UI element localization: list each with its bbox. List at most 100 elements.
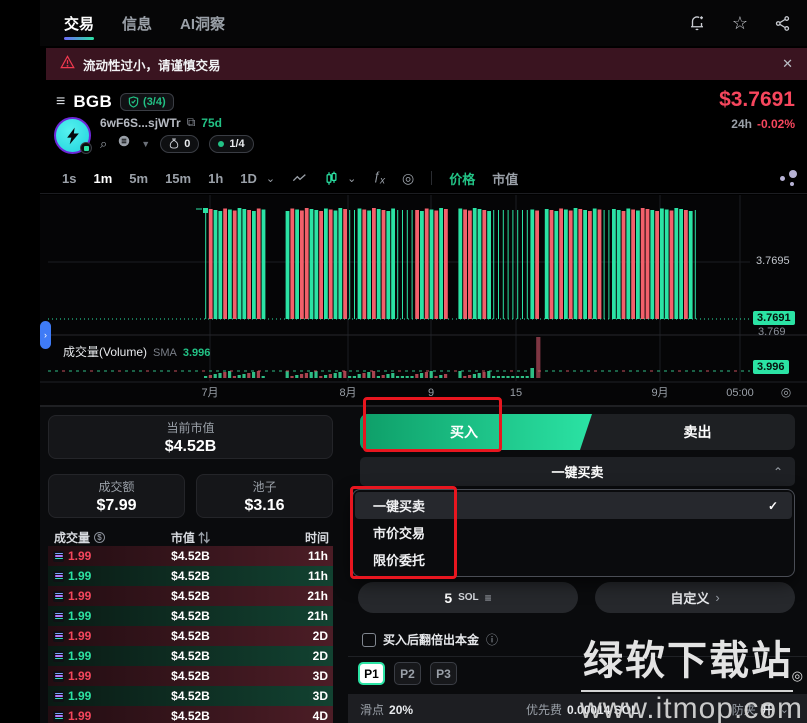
timeframe-1m[interactable]: 1m xyxy=(93,171,112,186)
preset-P3[interactable]: P3 xyxy=(430,662,457,685)
trade-row[interactable]: 1.99$4.52B11h xyxy=(48,566,333,586)
copy-address-icon[interactable]: ⧉ xyxy=(187,115,196,130)
favorite-star-icon[interactable]: ☆ xyxy=(732,14,748,32)
trade-time: 3D xyxy=(313,689,328,703)
nav-tab-信息[interactable]: 信息 xyxy=(122,1,152,46)
trade-row[interactable]: 1.99$4.52B4D xyxy=(48,706,333,723)
timeframe-1D[interactable]: 1D xyxy=(240,171,257,186)
trade-time: 21h xyxy=(307,589,328,603)
top-nav: 交易信息 AI洞察 ☆ xyxy=(40,0,807,46)
timeframe-15m[interactable]: 15m xyxy=(165,171,191,186)
notification-bell-icon[interactable] xyxy=(688,14,706,32)
money-pouch-icon xyxy=(169,138,179,149)
trade-row[interactable]: 1.99$4.52B2D xyxy=(48,646,333,666)
dropdown-item-限价委托[interactable]: 限价委托 xyxy=(355,546,792,573)
timeframe-chevron-icon[interactable]: ⌄ xyxy=(266,172,275,185)
timeframe-1h[interactable]: 1h xyxy=(208,171,223,186)
sort-icon[interactable]: ⇅ xyxy=(198,531,210,545)
dropdown-item-一键买卖[interactable]: 一键买卖✓ xyxy=(355,492,792,519)
y-axis-label-top: 3.7695 xyxy=(756,255,790,267)
sell-initial-checkbox-row[interactable]: 买入后翻倍出本金 ⓘ xyxy=(362,631,498,648)
candle-chart-icon[interactable] xyxy=(325,171,338,186)
change-value: -0.02% xyxy=(757,117,795,131)
sell-tab[interactable]: 卖出 xyxy=(600,414,795,450)
custom-amount-button[interactable]: 自定义 › xyxy=(595,582,795,613)
market-stats-column: 当前市值 $4.52B 成交额 $7.99 池子 $3.16 成交量$ 市值 ⇅… xyxy=(48,407,333,723)
trade-row[interactable]: 1.99$4.52B11h xyxy=(48,546,333,566)
banner-close-icon[interactable]: ✕ xyxy=(782,56,793,72)
nav-tab-AI洞察[interactable]: AI洞察 xyxy=(180,1,225,46)
fee-value: 0.00014 SOL xyxy=(567,703,638,717)
buy-sell-segmented: 买入 卖出 xyxy=(360,414,795,450)
settings-bar[interactable]: 滑点 20% 优先费 0.00014 SOL 防夹 开 ⌄ xyxy=(348,694,807,723)
green-dot-icon xyxy=(218,141,224,147)
timeframe-group: 1s 1m 5m 15m 1h 1D xyxy=(62,171,257,186)
nav-icons: ☆ xyxy=(688,14,807,32)
list-circle-icon[interactable] xyxy=(117,134,131,153)
warning-text: 流动性过小，请谨慎交易 xyxy=(83,55,221,74)
chart-settings-icon[interactable]: ◎ xyxy=(402,170,414,187)
timeframe-1s[interactable]: 1s xyxy=(62,171,76,186)
holdings-badge[interactable]: 0 xyxy=(160,135,199,153)
token-avatar[interactable] xyxy=(54,117,91,154)
volume-legend: 成交量(Volume) SMA 3.996 xyxy=(63,343,210,360)
nav-tab-交易[interactable]: 交易 xyxy=(64,1,94,46)
warning-icon xyxy=(60,55,75,74)
dropdown-item-市价交易[interactable]: 市价交易 xyxy=(355,519,792,546)
svg-text:05:00: 05:00 xyxy=(726,387,754,399)
token-price: $3.7691 xyxy=(719,88,795,112)
amount-button[interactable]: 5 SOL ≡ xyxy=(358,582,578,613)
amount-menu-icon: ≡ xyxy=(485,591,492,605)
search-icon[interactable]: ⌕ xyxy=(100,136,107,152)
audit-badge[interactable]: (3/4) xyxy=(120,93,174,111)
trade-mcap: $4.52B xyxy=(48,609,333,623)
token-address[interactable]: 6wF6S...sjWTr xyxy=(100,116,181,130)
candlestick-chart[interactable]: 7月8月9159月05:00◎ xyxy=(40,195,807,405)
checkbox[interactable] xyxy=(362,633,376,647)
svg-text:9: 9 xyxy=(428,387,434,399)
trade-mcap: $4.52B xyxy=(48,589,333,603)
indicators-fx-icon[interactable]: ƒx xyxy=(373,169,385,186)
progress-value: 1/4 xyxy=(229,138,244,150)
svg-text:8月: 8月 xyxy=(339,387,356,399)
change-period-label: 24h xyxy=(731,117,752,131)
trade-row[interactable]: 1.99$4.52B21h xyxy=(48,606,333,626)
bubbles-icon[interactable] xyxy=(779,170,797,186)
trade-time: 3D xyxy=(313,669,328,683)
trade-time: 4D xyxy=(313,709,328,723)
trade-mode-select[interactable]: 一键买卖 ⌃ xyxy=(360,457,795,486)
slippage-value: 20% xyxy=(389,703,413,717)
panel-divider xyxy=(348,656,807,657)
trade-row[interactable]: 1.99$4.52B3D xyxy=(48,686,333,706)
token-list-icon[interactable]: ≡ xyxy=(56,93,65,111)
progress-badge[interactable]: 1/4 xyxy=(209,135,253,153)
holdings-count: 0 xyxy=(184,138,190,150)
trading-app: 交易信息 AI洞察 ☆ 流动性过小，请谨慎交易 ✕ xyxy=(0,0,807,723)
trade-row[interactable]: 1.99$4.52B2D xyxy=(48,626,333,646)
trade-row[interactable]: 1.99$4.52B3D xyxy=(48,666,333,686)
mcap-mode-toggle[interactable]: 市值 xyxy=(492,169,518,188)
preset-group: P1 P2 P3 xyxy=(358,662,457,685)
turnover-label: 成交额 xyxy=(98,478,134,495)
candle-chevron-icon[interactable]: ⌄ xyxy=(347,172,356,185)
preset-P1[interactable]: P1 xyxy=(358,662,385,685)
price-mode-toggle[interactable]: 价格 xyxy=(449,169,475,188)
turnover-card: 成交额 $7.99 xyxy=(48,474,185,518)
info-icon[interactable]: ⓘ xyxy=(486,631,498,648)
buy-tab[interactable]: 买入 xyxy=(360,414,592,450)
chart-area: 7月8月9159月05:00◎ 3.7695 3.7691 3.769 3.99… xyxy=(40,195,807,405)
trade-mcap: $4.52B xyxy=(48,709,333,723)
dropdown-triangle-icon[interactable]: ▼ xyxy=(141,139,150,149)
timeframe-5m[interactable]: 5m xyxy=(129,171,148,186)
col-time-header[interactable]: 时间 xyxy=(305,529,329,546)
token-age: 75d xyxy=(201,116,222,130)
share-icon[interactable] xyxy=(774,15,791,32)
pane-resize-handle[interactable]: › xyxy=(40,321,51,349)
volume-sma-label: SMA xyxy=(153,347,177,359)
svg-text:◎: ◎ xyxy=(781,385,791,399)
line-chart-icon[interactable] xyxy=(292,173,308,183)
preset-P2[interactable]: P2 xyxy=(394,662,421,685)
col-mcap-header[interactable]: 市值 xyxy=(171,531,195,545)
mev-chevron-icon: ⌄ xyxy=(780,703,789,716)
trade-row[interactable]: 1.99$4.52B21h xyxy=(48,586,333,606)
